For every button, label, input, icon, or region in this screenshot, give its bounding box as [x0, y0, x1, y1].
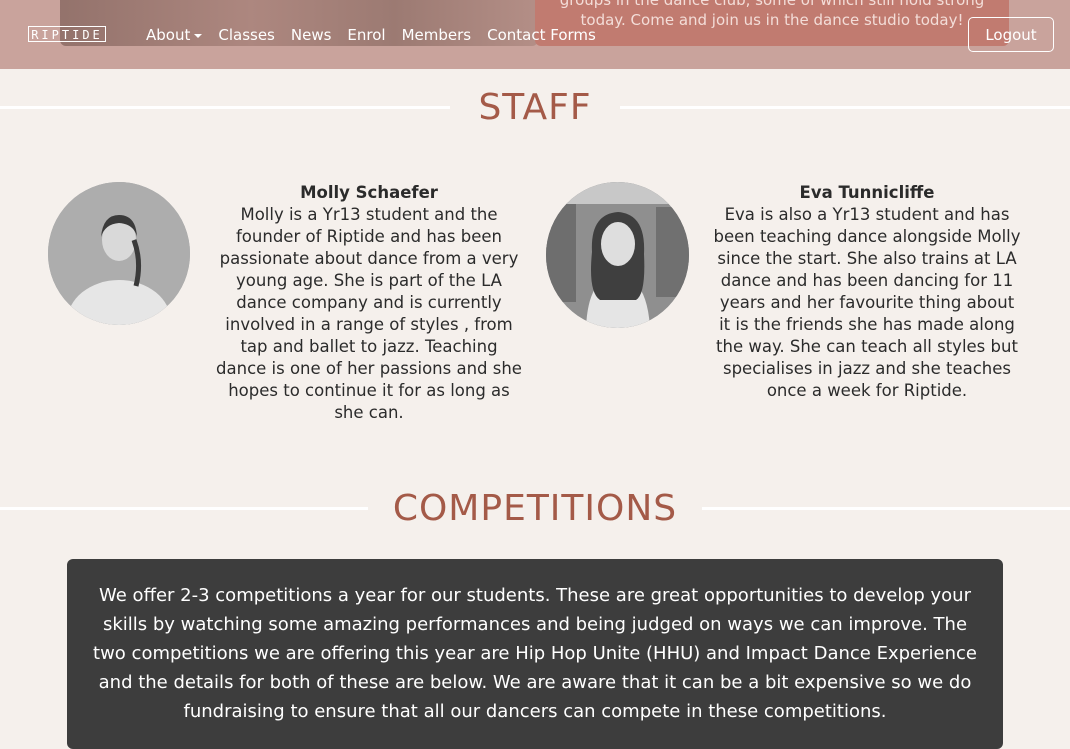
- nav-enrol[interactable]: Enrol: [347, 24, 385, 46]
- competitions-info-box: We offer 2-3 competitions a year for our…: [67, 559, 1003, 749]
- nav-about-dropdown[interactable]: About: [146, 24, 203, 46]
- staff-photo-molly: [48, 182, 190, 325]
- staff-name: Eva Tunnicliffe: [799, 183, 935, 202]
- staff-heading: STAFF: [478, 87, 592, 128]
- competitions-heading-block: COMPETITIONS: [0, 484, 1070, 534]
- hero-carousel-caption: groups in the dance club, some of which …: [535, 0, 1009, 46]
- nav-about-label: About: [146, 26, 191, 44]
- staff-card-eva: Eva Tunnicliffe Eva is also a Yr13 stude…: [712, 182, 1022, 402]
- competitions-heading: COMPETITIONS: [392, 488, 678, 529]
- chevron-down-icon: [194, 33, 203, 38]
- competitions-description: We offer 2-3 competitions a year for our…: [93, 585, 977, 722]
- staff-photo-eva: [546, 182, 689, 328]
- nav-contact-forms[interactable]: Contact Forms: [487, 24, 596, 46]
- brand-logo[interactable]: RIPTIDE: [28, 26, 106, 42]
- nav-links: About Classes News Enrol Members Contact…: [146, 24, 596, 46]
- nav-classes[interactable]: Classes: [218, 24, 275, 46]
- nav-news[interactable]: News: [291, 24, 332, 46]
- hero-caption-text: groups in the dance club, some of which …: [559, 0, 985, 29]
- nav-members[interactable]: Members: [402, 24, 472, 46]
- navbar: groups in the dance club, some of which …: [0, 0, 1070, 69]
- staff-bio: Molly is a Yr13 student and the founder …: [216, 205, 522, 422]
- staff-name: Molly Schaefer: [300, 183, 438, 202]
- staff-card-molly: Molly Schaefer Molly is a Yr13 student a…: [213, 182, 525, 424]
- staff-bio: Eva is also a Yr13 student and has been …: [713, 205, 1021, 400]
- staff-heading-block: STAFF: [0, 83, 1070, 133]
- logout-button[interactable]: Logout: [968, 17, 1054, 52]
